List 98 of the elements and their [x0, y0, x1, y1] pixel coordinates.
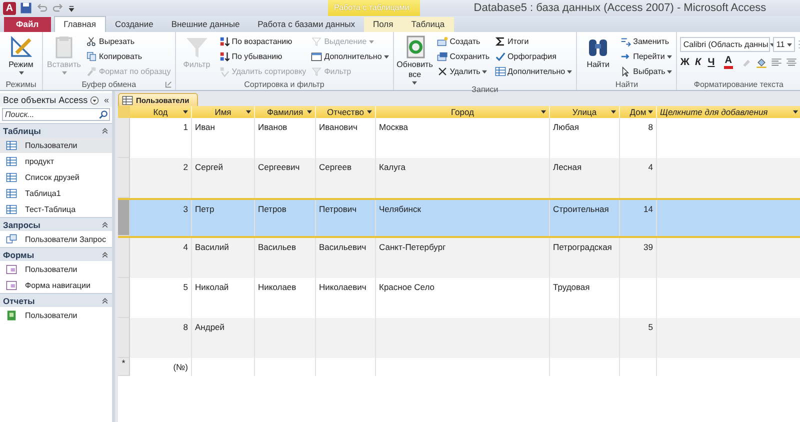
- group-header[interactable]: Формы: [0, 247, 112, 261]
- ribbon-button[interactable]: Найти: [580, 34, 616, 70]
- group-header[interactable]: Отчеты: [0, 293, 112, 307]
- table-cell: Трудовая: [553, 282, 590, 292]
- table-cell: Любая: [553, 122, 579, 132]
- ribbon-button[interactable]: Выбрать: [620, 64, 674, 79]
- navigation-item[interactable]: Список друзей: [0, 169, 112, 185]
- table-cell: Васильевич: [319, 242, 366, 252]
- group-header[interactable]: Запросы: [0, 217, 112, 231]
- ribbon-tab[interactable]: Таблица: [402, 17, 454, 32]
- table-cell: 2: [183, 162, 188, 172]
- ribbon-tab[interactable]: Работа с базами данных: [248, 17, 364, 32]
- ribbon-button[interactable]: По убыванию: [218, 49, 308, 64]
- table-cell: Сергей: [195, 162, 223, 172]
- ribbon-button[interactable]: Орфография: [494, 49, 574, 64]
- navigation-item[interactable]: Пользователи: [0, 307, 112, 323]
- ribbon-tab[interactable]: Создание: [106, 17, 162, 32]
- navigation-item[interactable]: Таблица1: [0, 185, 112, 201]
- font-size-field[interactable]: 11: [773, 37, 795, 52]
- table-cell: 8: [183, 322, 188, 332]
- ribbon-tab[interactable]: Поля: [364, 17, 402, 32]
- table-cell: Петр: [195, 204, 214, 214]
- navigation-item[interactable]: Пользователи: [0, 137, 112, 153]
- format-button[interactable]: Ч: [706, 57, 716, 68]
- navigation-item[interactable]: продукт: [0, 153, 112, 169]
- context-tab-group: Работа с таблицами: [328, 0, 420, 16]
- table-cell: 4: [183, 242, 188, 252]
- navigation-item[interactable]: Тест-Таблица: [0, 201, 112, 217]
- table-cell: Василий: [195, 242, 229, 252]
- table-row[interactable]: 2 Сергей Сергеевич Сергеев Калуга Лесная 4: [118, 158, 800, 198]
- group-label: Сортировка и фильтр: [244, 80, 324, 89]
- ribbon-button[interactable]: Перейти: [620, 49, 674, 64]
- format-button[interactable]: К: [694, 57, 703, 68]
- collapse-button[interactable]: «: [104, 95, 109, 105]
- group-label: Найти: [615, 80, 638, 89]
- ribbon-button[interactable]: Итоги: [494, 34, 574, 49]
- group-label: Записи: [472, 85, 498, 94]
- table-cell: Васильев: [258, 242, 296, 252]
- table-cell: 4: [648, 162, 653, 172]
- navigation-item[interactable]: Пользователи Запрос: [0, 231, 112, 247]
- ribbon-button[interactable]: Создать: [436, 34, 491, 49]
- ribbon-button[interactable]: Копировать: [86, 49, 172, 64]
- ribbon-button[interactable]: Удалить: [436, 64, 491, 79]
- navigation-item[interactable]: Пользователи: [0, 261, 112, 277]
- pane-title[interactable]: Все объекты Access: [3, 95, 88, 105]
- font-field[interactable]: Calibri (Область данны: [680, 37, 770, 52]
- ribbon-button[interactable]: Вырезать: [86, 34, 172, 49]
- table-cell: Красное Село: [379, 282, 435, 292]
- table-cell: 5: [648, 322, 653, 332]
- ribbon-tab[interactable]: Внешние данные: [162, 17, 249, 32]
- table-cell: Петрович: [319, 204, 357, 214]
- table-cell: 14: [644, 204, 653, 214]
- ribbon-button[interactable]: Сохранить: [436, 49, 491, 64]
- table-row[interactable]: 8 Андрей 5: [118, 318, 800, 358]
- table-cell: Строительная: [553, 204, 609, 214]
- table-cell: Николаевич: [319, 282, 366, 292]
- ribbon-button[interactable]: Обновить все: [396, 34, 433, 85]
- table-cell: 1: [183, 122, 188, 132]
- table-cell: 39: [644, 242, 653, 252]
- window-title: Database5 : база данных (Access 2007) - Microsoft Access: [472, 2, 768, 14]
- new-record-marker: *: [118, 358, 130, 376]
- table-cell: Иванович: [319, 122, 358, 132]
- app-logo: A: [3, 2, 16, 14]
- font-color-button[interactable]: A: [724, 56, 733, 69]
- table-cell: 3: [183, 204, 188, 214]
- table-cell: 5: [183, 282, 188, 292]
- ribbon-button[interactable]: Заменить: [620, 34, 674, 49]
- group-label: Буфер обмена: [82, 80, 136, 89]
- table-cell: Сергеев: [319, 162, 352, 172]
- table-cell: Москва: [379, 122, 408, 132]
- table-cell: Сергеевич: [258, 162, 300, 172]
- table-cell: Иван: [195, 122, 215, 132]
- ribbon-tab[interactable]: Главная: [54, 16, 106, 32]
- table-cell: (№): [173, 362, 188, 372]
- ribbon-button[interactable]: Дополнительно: [494, 64, 574, 79]
- table-cell: 8: [648, 122, 653, 132]
- group-label: Форматирование текста: [694, 80, 784, 89]
- table-cell: Николай: [195, 282, 229, 292]
- table-cell: Челябинск: [379, 204, 421, 214]
- table-cell: Николаев: [258, 282, 296, 292]
- group-header[interactable]: Таблицы: [0, 123, 112, 137]
- ribbon-tab[interactable]: Файл: [4, 17, 51, 32]
- navigation-item[interactable]: Форма навигации: [0, 277, 112, 293]
- table-cell: Петроградская: [553, 242, 612, 252]
- table-cell: Иванов: [258, 122, 288, 132]
- table-cell: Лесная: [553, 162, 582, 172]
- format-button[interactable]: Ж: [680, 57, 690, 68]
- table-cell: Андрей: [195, 322, 225, 332]
- table-cell: Петров: [258, 204, 286, 214]
- table-cell: Калуга: [379, 162, 406, 172]
- ribbon-button[interactable]: Дополнительно: [311, 49, 390, 64]
- ribbon-button[interactable]: По возрастанию: [218, 34, 308, 49]
- table-cell: Санкт-Петербург: [379, 242, 446, 252]
- table-row[interactable]: 4 Василий Васильев Васильевич Санкт-Петербург Петроградская 39: [118, 238, 800, 278]
- search-field[interactable]: Поиск...: [2, 108, 110, 121]
- table-row[interactable]: 3 Петр Петров Петрович Челябинск Строительная 14: [118, 198, 800, 238]
- ribbon-button[interactable]: Режим: [3, 34, 39, 75]
- group-label: Режимы: [6, 80, 36, 89]
